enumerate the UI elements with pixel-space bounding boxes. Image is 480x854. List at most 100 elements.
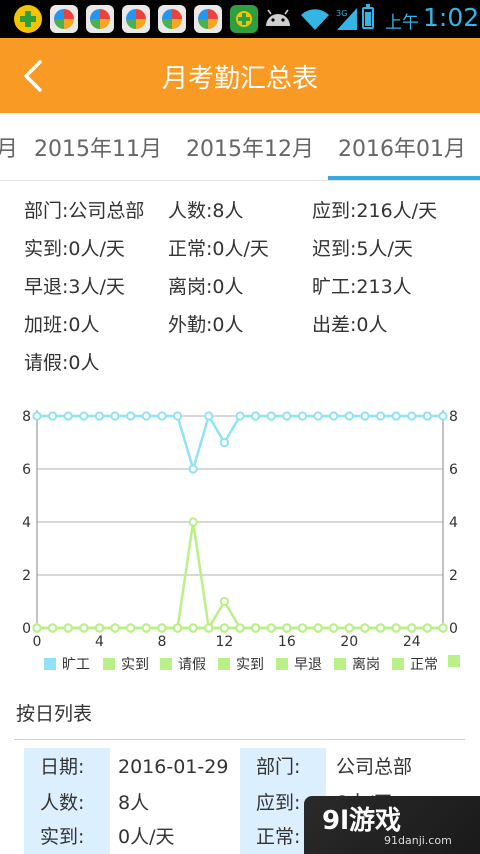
y-tick-label-left: 2 (22, 568, 31, 584)
tab-previous-partial[interactable]: 月 (0, 131, 18, 163)
data-point-s1-x12 (219, 596, 229, 607)
data-point-s0-x19 (329, 411, 339, 421)
data-point-s1-x8 (157, 623, 167, 633)
y-tick-label-right: 2 (449, 568, 458, 584)
data-point-s1-x6 (126, 623, 136, 633)
legend-swatch-trailing (448, 654, 466, 670)
cell-value-date: 2016-01-29 (118, 756, 229, 778)
data-point-s0-x7 (141, 411, 151, 421)
cell-label-department: 部门: (240, 748, 326, 786)
data-point-s0-x23 (391, 411, 401, 421)
x-tick-label: 20 (340, 634, 358, 650)
data-point-s0-x4 (94, 411, 105, 421)
summary-leave: 请假:0人 (24, 352, 100, 374)
data-point-s0-x12 (219, 437, 229, 448)
data-point-s0-x21 (360, 411, 370, 421)
cell-label-headcount: 人数: (24, 786, 110, 820)
x-tick-label: 8 (157, 634, 166, 650)
summary-early-leave: 早退:3人/天 (24, 276, 125, 298)
data-point-s1-x11 (204, 623, 214, 633)
y-tick-label-left: 6 (22, 462, 31, 478)
clock-time: 1:02 (423, 3, 480, 32)
data-point-s1-x5 (110, 623, 120, 633)
data-point-s1-x0 (32, 623, 42, 633)
legend-swatch (276, 658, 288, 670)
data-point-s1-x15 (266, 623, 276, 633)
data-point-s0-x9 (172, 411, 183, 421)
legend-swatch (103, 658, 115, 670)
y-tick-label-right: 8 (449, 409, 458, 425)
data-point-s0-x26 (438, 411, 448, 421)
data-point-s1-x4 (94, 623, 105, 633)
legend-item: 实到 (103, 654, 149, 674)
daily-list-title: 按日列表 (16, 703, 93, 725)
tab-selected-indicator (328, 176, 480, 180)
summary-absent-post: 离岗:0人 (168, 276, 244, 298)
legend-item: 早退 (276, 654, 322, 674)
data-point-s0-x14 (251, 411, 261, 421)
cell-value-actual: 0人/天 (118, 826, 175, 848)
data-point-s0-x3 (79, 411, 89, 421)
legend-item: 正常 (392, 654, 438, 674)
y-tick-label-right: 0 (449, 621, 458, 637)
data-point-s1-x1 (48, 623, 58, 633)
data-point-s1-x2 (63, 623, 73, 633)
summary-should-attend: 应到:216人/天 (312, 200, 438, 222)
legend-item: 请假 (160, 654, 206, 674)
tab-2015-11[interactable]: 2015年11月 (34, 131, 162, 163)
data-point-s0-x0 (32, 411, 42, 421)
plus-app-icon (14, 5, 42, 33)
y-tick-label-right: 4 (449, 515, 458, 531)
data-point-s0-x16 (282, 411, 292, 421)
title-bar: 月考勤汇总表 (0, 38, 480, 113)
daily-list-divider (14, 739, 465, 740)
plus-app-icon (230, 5, 258, 33)
legend-swatch (334, 658, 346, 670)
data-point-s0-x22 (375, 411, 386, 421)
y-tick-label-right: 6 (449, 462, 458, 478)
data-point-s1-x25 (422, 623, 432, 633)
legend-label: 实到 (236, 657, 264, 673)
watermark-url: 91danji.com (384, 834, 452, 847)
game-ball-icon (86, 5, 114, 33)
summary-late: 迟到:5人/天 (312, 238, 413, 260)
summary-normal: 正常:0人/天 (168, 238, 269, 260)
tab-2015-12[interactable]: 2015年12月 (186, 131, 314, 163)
data-point-s0-x1 (48, 411, 58, 421)
legend-label: 请假 (178, 657, 206, 673)
legend-swatch (392, 658, 404, 670)
game-ball-icon (158, 5, 186, 33)
data-point-s1-x21 (360, 623, 370, 633)
cell-label-date: 日期: (24, 748, 110, 786)
summary-department: 部门:公司总部 (24, 200, 145, 222)
y-tick-label-left: 4 (22, 515, 31, 531)
legend-label: 离岗 (352, 657, 380, 673)
signal-icon: 3G (336, 8, 357, 30)
data-point-s1-x24 (407, 623, 417, 633)
legend-item: 离岗 (334, 654, 380, 674)
x-tick-label: 16 (278, 634, 296, 650)
summary-absenteeism: 旷工:213人 (312, 276, 412, 298)
data-point-s0-x10 (188, 464, 198, 474)
data-point-s0-x15 (266, 411, 276, 421)
data-point-s1-x23 (391, 623, 401, 633)
legend-swatch (44, 658, 56, 670)
legend-label: 正常 (410, 657, 438, 673)
tab-2016-01[interactable]: 2016年01月 (338, 131, 466, 163)
summary-field-work: 外勤:0人 (168, 314, 244, 336)
battery-icon (362, 4, 374, 29)
y-tick-label-left: 8 (22, 409, 31, 425)
network-type-label: 3G (336, 9, 347, 18)
data-point-s0-x2 (63, 411, 73, 421)
game-ball-icon (50, 5, 78, 33)
data-point-s1-x17 (297, 623, 308, 633)
data-point-s6-x10 (188, 623, 198, 633)
y-tick-label-left: 0 (22, 621, 31, 637)
status-bar: 3G 上午 1:02 (0, 0, 480, 38)
summary-headcount: 人数:8人 (168, 200, 244, 222)
summary-actual: 实到:0人/天 (24, 238, 125, 260)
data-point-s1-x20 (344, 623, 354, 633)
data-point-s1-x10 (188, 517, 198, 527)
data-point-s0-x6 (126, 411, 136, 421)
data-point-s0-x5 (110, 411, 120, 421)
